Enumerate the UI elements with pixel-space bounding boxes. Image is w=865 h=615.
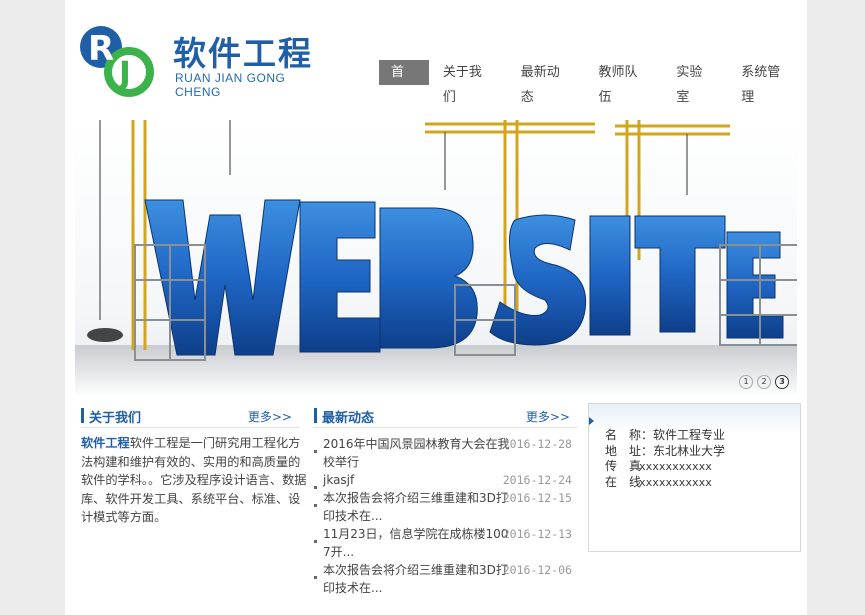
news-item: 本次报告会将介绍三维重建和3D打印技术在... 2016-12-15 [314,489,578,525]
contact-label: 在 线 [605,474,642,489]
bullet-icon [314,504,317,507]
svg-text:J: J [117,54,131,92]
nav-teachers[interactable]: 教师队伍 [587,60,663,105]
news-item-date: 2016-12-06 [502,563,572,577]
about-more-link[interactable]: 更多>> [248,408,292,425]
news-item: 本次报告会将介绍三维重建和3D打印技术在... 2016-12-06 [314,561,578,597]
about-lead: 软件工程 [81,436,130,450]
nav-admin[interactable]: 系统管理 [729,60,805,105]
news-item: jkasjf 2016-12-24 [314,471,578,489]
contact-info: 名 称：软件工程专业 地 址：东北林业大学 传 真xxxxxxxxxxx 在 线… [605,428,725,490]
section-bar-icon [314,408,317,423]
main-nav: 首页 关于我们 最新动态 教师队伍 实验室 系统管理 [379,60,807,105]
bullet-icon [314,576,317,579]
banner-image [75,120,797,397]
nav-about[interactable]: 关于我们 [431,60,507,105]
logo-mark-icon: R J [80,26,154,97]
news-item-date: 2016-12-28 [502,437,572,451]
news-item-title[interactable]: 2016年中国风景园林教育大会在我校举行 [323,435,511,471]
news-item-date: 2016-12-13 [502,527,572,541]
about-header: 关于我们 更多>> [81,405,300,428]
news-header: 最新动态 更多>> [314,405,578,428]
about-text: 软件工程软件工程是一门研究用工程化方法构建和维护有效的、实用的和高质量的软件的学… [81,434,308,527]
banner-slideshow[interactable]: 1 2 3 [75,120,797,397]
about-title: 关于我们 [89,411,142,426]
banner-dot-1[interactable]: 1 [739,375,753,389]
contact-value: 软件工程专业 [653,428,726,442]
contact-box: 名 称：软件工程专业 地 址：东北林业大学 传 真xxxxxxxxxxx 在 线… [588,403,801,552]
bullet-icon [314,540,317,543]
page: R J 软件工程 RUAN JIAN GONG CHENG 首页 关于我们 最新… [65,0,807,615]
news-item: 2016年中国风景园林教育大会在我校举行 2016-12-28 [314,435,578,471]
contact-label: 地 址： [605,443,654,458]
section-bar-icon [81,408,84,423]
news-item: 11月23日，信息学院在成栋楼1007开... 2016-12-13 [314,525,578,561]
svg-text:R: R [88,29,114,69]
logo-title-cn: 软件工程 [173,34,313,73]
news-title: 最新动态 [322,411,375,426]
news-item-title[interactable]: jkasjf [323,471,511,489]
contact-row-address: 地 址：东北林业大学 [605,444,725,460]
news-item-date: 2016-12-15 [502,491,572,505]
contact-value: xxxxxxxxxxx [639,460,712,473]
logo-title-en: RUAN JIAN GONG CHENG [175,71,286,99]
triangle-icon [589,417,594,425]
news-item-title[interactable]: 本次报告会将介绍三维重建和3D打印技术在... [323,489,511,525]
nav-lab[interactable]: 实验室 [664,60,727,105]
nav-home[interactable]: 首页 [379,60,429,105]
banner-pagination: 1 2 3 [739,375,789,389]
banner-dot-2[interactable]: 2 [757,375,771,389]
news-more-link[interactable]: 更多>> [526,408,570,425]
news-list: 2016年中国风景园林教育大会在我校举行 2016-12-28 jkasjf 2… [314,435,578,597]
contact-row-name: 名 称：软件工程专业 [605,428,725,444]
bullet-icon [314,450,317,453]
banner-dot-3[interactable]: 3 [775,375,789,389]
news-item-date: 2016-12-24 [502,473,572,487]
contact-value: 东北林业大学 [653,443,726,458]
contact-value: xxxxxxxxxxx [639,475,712,489]
contact-row-fax: 传 真xxxxxxxxxxx [605,459,725,475]
news-item-title[interactable]: 本次报告会将介绍三维重建和3D打印技术在... [323,561,511,597]
nav-news[interactable]: 最新动态 [509,60,585,105]
contact-label: 传 真 [605,459,642,473]
news-item-title[interactable]: 11月23日，信息学院在成栋楼1007开... [323,525,511,561]
site-logo[interactable]: R J 软件工程 RUAN JIAN GONG CHENG [79,22,319,99]
contact-row-online: 在 线xxxxxxxxxxx [605,475,725,491]
contact-label: 名 称： [605,428,654,442]
